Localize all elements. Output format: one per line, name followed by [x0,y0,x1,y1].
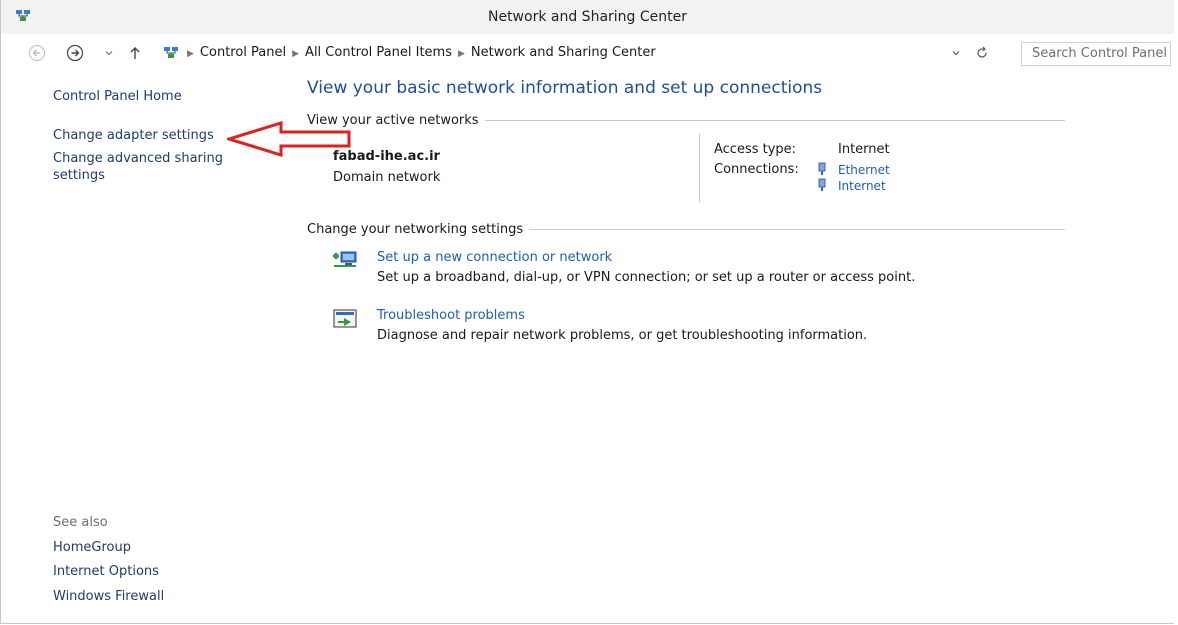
breadcrumb-control-panel[interactable]: Control Panel [200,45,286,60]
breadcrumb-separator-icon: ▶ [292,49,300,59]
page-title: View your basic network information and … [307,78,823,98]
title-bar: Network and Sharing Center [1,0,1174,34]
ethernet-icon [818,178,826,191]
up-arrow-icon [130,47,140,59]
ethernet-icon [818,162,826,175]
refresh-icon[interactable] [975,46,989,60]
heading-divider [484,120,1065,121]
connections-label: Connections: [714,162,799,177]
recent-locations-button[interactable] [99,43,119,63]
heading-divider [529,229,1065,230]
navigation-bar: ▶ Control Panel ▶ All Control Panel Items ▶ N… [1,34,1174,72]
internet-connection-link[interactable]: Internet [838,179,886,193]
control-panel-home-link[interactable]: Control Panel Home [53,89,182,104]
breadcrumb-separator-icon: ▶ [187,49,194,59]
breadcrumb-separator-icon: ▶ [458,49,465,59]
network-name: fabad-ihe.ac.ir [333,149,440,164]
internet-options-link[interactable]: Internet Options [53,564,159,579]
troubleshoot-problems-description: Diagnose and repair network problems, or… [377,328,868,343]
change-adapter-settings-link[interactable]: Change adapter settings [53,128,214,143]
forward-arrow-icon [66,44,84,62]
breadcrumb: ▶ Control Panel ▶ All Control Panel Items ▶ N… [181,45,656,60]
change-advanced-sharing-link[interactable]: Change advanced sharing [53,151,223,166]
ethernet-connection-link[interactable]: Ethernet [838,163,890,177]
back-button[interactable] [27,43,47,63]
setup-connection-link[interactable]: Set up a new connection or network [377,250,612,265]
access-type-value: Internet [838,142,890,157]
window-title: Network and Sharing Center [487,9,687,25]
active-networks-heading: View your active networks [307,113,1065,128]
active-networks-heading-text: View your active networks [307,113,479,128]
address-dropdown-icon[interactable] [951,48,961,58]
network-type: Domain network [333,170,441,185]
breadcrumb-all-control-panel-items[interactable]: All Control Panel Items [305,45,452,60]
back-arrow-icon [29,45,45,61]
windows-firewall-link[interactable]: Windows Firewall [53,589,164,604]
setup-connection-description: Set up a broadband, dial-up, or VPN conn… [377,270,916,285]
troubleshoot-icon [333,309,357,328]
change-advanced-sharing-link-line2[interactable]: settings [53,168,105,183]
address-box[interactable]: ▶ Control Panel ▶ All Control Panel Items ▶ N… [159,42,1001,64]
search-input[interactable]: Search Control Panel [1021,42,1171,66]
homegroup-link[interactable]: HomeGroup [53,540,131,555]
networking-settings-heading: Change your networking settings [307,222,1065,237]
forward-button[interactable] [65,43,85,63]
access-type-label: Access type: [714,142,797,157]
network-setup-icon [333,251,357,267]
chevron-down-icon [105,51,113,56]
see-also-heading: See also [53,515,108,530]
network-sharing-center-window: Network and Sharing Center ▶ Control Pan… [0,0,1174,624]
troubleshoot-problems-link[interactable]: Troubleshoot problems [377,308,525,323]
network-divider [699,134,700,202]
breadcrumb-network-sharing-center[interactable]: Network and Sharing Center [471,45,656,60]
network-location-icon [164,47,178,58]
networking-settings-heading-text: Change your networking settings [307,222,524,237]
up-button[interactable] [125,43,145,63]
